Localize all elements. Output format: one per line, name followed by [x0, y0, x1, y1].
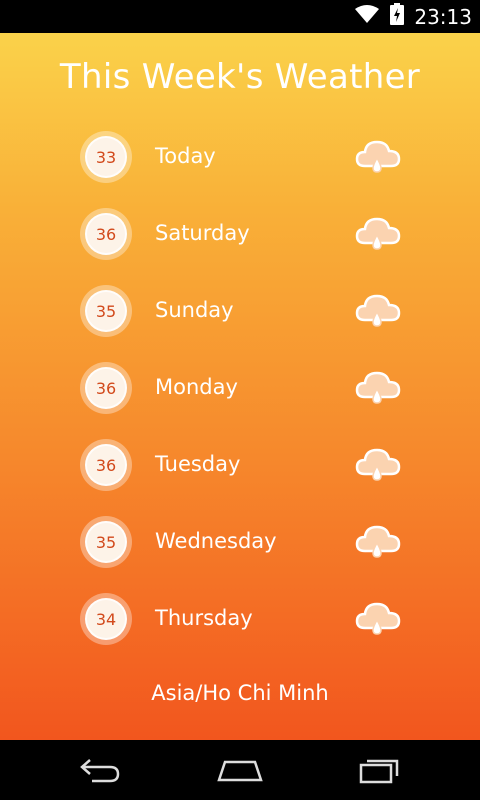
temperature-value: 33 — [85, 136, 127, 178]
day-name: Thursday — [155, 606, 253, 630]
status-icons: 23:13 — [354, 0, 472, 33]
temperature-value: 36 — [85, 367, 127, 409]
home-button[interactable] — [210, 750, 270, 790]
temperature-badge: 34 — [80, 593, 132, 645]
temperature-value: 35 — [85, 521, 127, 563]
cloud-rain-icon — [355, 294, 401, 327]
navigation-bar — [0, 740, 480, 800]
day-name: Wednesday — [155, 529, 277, 553]
temperature-badge: 36 — [80, 439, 132, 491]
cloud-rain-icon — [355, 140, 401, 173]
day-row[interactable]: 36 Saturday — [0, 203, 480, 280]
back-icon — [80, 759, 120, 783]
status-bar: 23:13 — [0, 0, 480, 33]
day-row[interactable]: 34 Thursday — [0, 588, 480, 665]
weather-screen: This Week's Weather 33 Today 36 Saturday — [0, 33, 480, 740]
cloud-rain-icon — [355, 371, 401, 404]
day-name: Monday — [155, 375, 238, 399]
battery-charging-icon — [390, 3, 405, 30]
location-label: Asia/Ho Chi Minh — [151, 681, 329, 705]
temperature-value: 36 — [85, 444, 127, 486]
day-row[interactable]: 36 Tuesday — [0, 434, 480, 511]
page-title: This Week's Weather — [59, 57, 421, 97]
day-row[interactable]: 36 Monday — [0, 357, 480, 434]
temperature-badge: 33 — [80, 131, 132, 183]
cloud-rain-icon — [355, 217, 401, 250]
status-time: 23:13 — [414, 4, 472, 29]
cloud-rain-icon — [355, 525, 401, 558]
temperature-badge: 35 — [80, 516, 132, 568]
temperature-value: 35 — [85, 290, 127, 332]
day-name: Sunday — [155, 298, 234, 322]
day-name: Today — [155, 144, 216, 168]
temperature-value: 34 — [85, 598, 127, 640]
cloud-rain-icon — [355, 602, 401, 635]
recents-icon — [359, 759, 399, 784]
day-list: 33 Today 36 Saturday 35 Sunday 36 Monday… — [0, 126, 480, 665]
day-name: Saturday — [155, 221, 250, 245]
day-row[interactable]: 35 Sunday — [0, 280, 480, 357]
temperature-badge: 36 — [80, 208, 132, 260]
wifi-icon — [354, 4, 380, 29]
day-row[interactable]: 33 Today — [0, 126, 480, 203]
recents-button[interactable] — [350, 750, 410, 790]
back-button[interactable] — [70, 750, 130, 790]
day-row[interactable]: 35 Wednesday — [0, 511, 480, 588]
temperature-value: 36 — [85, 213, 127, 255]
cloud-rain-icon — [355, 448, 401, 481]
home-icon — [217, 760, 263, 782]
temperature-badge: 35 — [80, 285, 132, 337]
day-name: Tuesday — [155, 452, 241, 476]
temperature-badge: 36 — [80, 362, 132, 414]
